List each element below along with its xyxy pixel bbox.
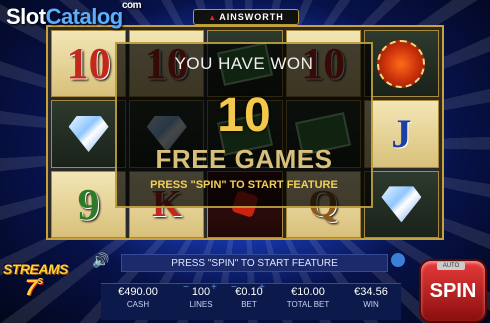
cash-label: CASH <box>126 300 150 309</box>
lines-decrease-button[interactable]: − <box>183 282 189 293</box>
total-bet-label: TOTAL BET <box>286 300 330 309</box>
lines-stat: − + 100 LINES <box>179 282 223 309</box>
game-stage: ▲ AINSWORTH 10 9 10 K 10 Q J Y <box>0 0 490 323</box>
cash-stat: €490.00 CASH <box>109 286 167 309</box>
diamond-icon <box>381 186 422 223</box>
symbol-chip <box>363 30 440 98</box>
brand-logo-icon: ▲ <box>208 12 218 22</box>
total-bet-stat: €10.00 TOTAL BET <box>279 286 337 309</box>
bet-increase-button[interactable]: + <box>259 282 265 293</box>
win-value: €34.56 <box>354 286 388 298</box>
info-icon[interactable] <box>391 253 405 267</box>
reel-5: J <box>363 27 440 238</box>
symbol-diamond <box>363 170 440 238</box>
stats-panel: €490.00 CASH − + 100 LINES − + €0.10 BET… <box>101 282 401 320</box>
lines-increase-button[interactable]: + <box>211 282 217 293</box>
start-feature-instruction: PRESS "SPIN" TO START FEATURE <box>150 179 338 191</box>
casino-chip-icon <box>377 39 426 88</box>
watermark: SlotCatalog com <box>6 0 142 30</box>
total-bet-value: €10.00 <box>291 286 325 298</box>
free-games-count: 10 <box>217 89 271 142</box>
cash-value: €490.00 <box>118 286 158 298</box>
bet-label: BET <box>241 300 257 309</box>
autoplay-toggle[interactable]: AUTO <box>437 262 465 270</box>
win-stat: €34.56 WIN <box>345 286 397 309</box>
game-logo-line2: 7s <box>25 275 44 300</box>
game-logo: STREAMS 7s <box>3 253 69 301</box>
bet-stat: − + €0.10 BET <box>227 282 271 309</box>
watermark-text-2: Catalog <box>45 4 124 29</box>
brand-name: AINSWORTH <box>219 12 284 22</box>
message-bar: PRESS "SPIN" TO START FEATURE <box>121 254 388 272</box>
diamond-icon <box>68 115 109 152</box>
watermark-text-1: Slot <box>6 4 46 29</box>
bet-decrease-button[interactable]: − <box>231 282 237 293</box>
brand-banner: ▲ AINSWORTH <box>193 9 299 25</box>
free-games-win-overlay: YOU HAVE WON 10 FREE GAMES PRESS "SPIN" … <box>115 42 373 208</box>
spin-label: SPIN <box>429 279 477 302</box>
symbol-j: J <box>363 100 440 168</box>
watermark-suffix: com <box>122 0 142 11</box>
sound-icon[interactable]: 🔊 <box>92 252 109 268</box>
win-title: YOU HAVE WON <box>174 54 314 73</box>
win-label: WIN <box>363 300 379 309</box>
free-games-label: FREE GAMES <box>155 144 333 174</box>
lines-label: LINES <box>189 300 213 309</box>
